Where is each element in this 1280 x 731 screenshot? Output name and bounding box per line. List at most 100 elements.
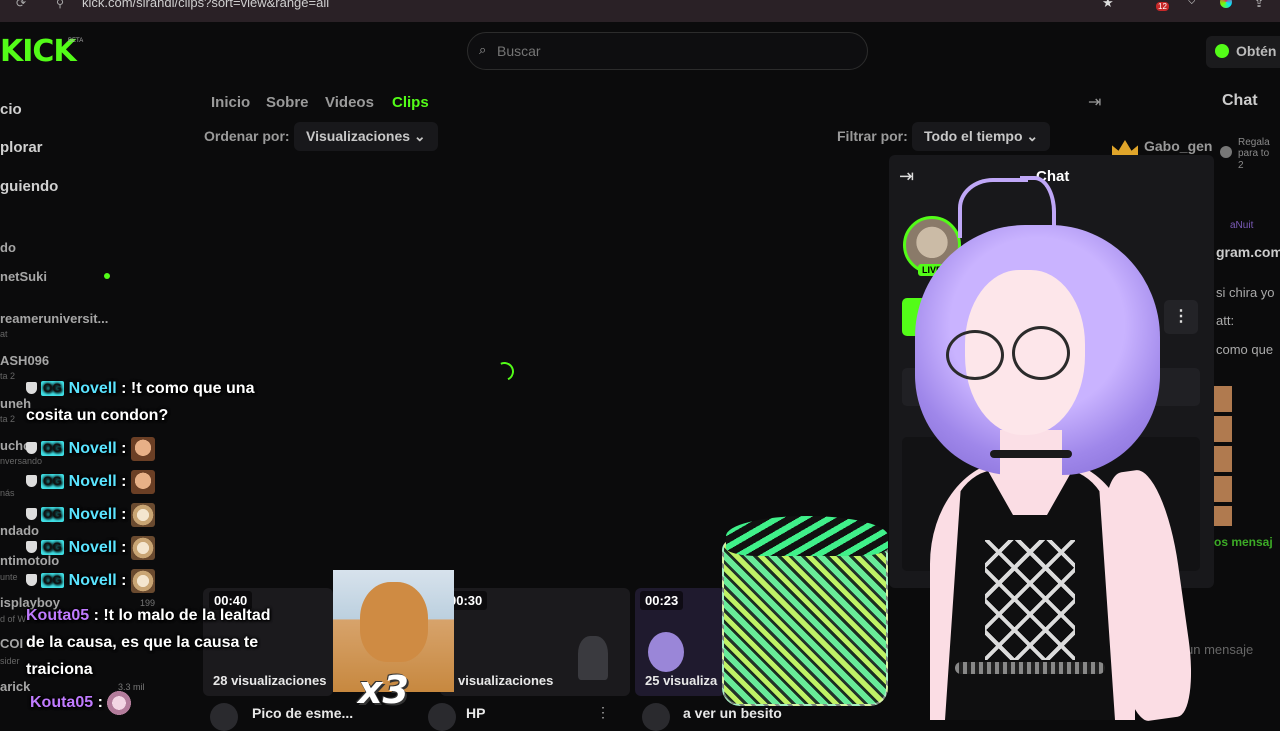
time-range-value: Todo el tiempo <box>924 128 1023 144</box>
overlay-chat-line: OG Novell : <box>26 468 155 495</box>
clip-title[interactable]: HP <box>466 705 485 721</box>
chat-text: : <box>97 694 103 711</box>
live-dot-icon <box>104 273 110 279</box>
sidebar-channel[interactable]: ASH096 <box>0 353 49 368</box>
collapse-chat-icon[interactable]: ⇥ <box>899 166 914 187</box>
overlay-chat-line: Kouta05 : <box>30 689 132 716</box>
chat-text: : <box>121 473 127 490</box>
share-icon[interactable]: ⇪ <box>1254 0 1264 10</box>
chat-username: Novell <box>68 473 117 490</box>
sidebar-channel-category: ta 2 <box>0 371 16 381</box>
kick-cup-widget <box>722 540 888 706</box>
og-badge-icon: OG <box>41 507 64 522</box>
chat-message: como que <box>1216 342 1274 357</box>
tab-inicio[interactable]: Inicio <box>211 94 250 111</box>
clip-preview-figure <box>648 632 684 672</box>
sort-label: Ordenar por: <box>204 128 290 144</box>
sidebar-item-following[interactable]: guiendo <box>0 178 58 195</box>
new-messages-label[interactable]: os mensaj <box>1214 535 1273 549</box>
avatar[interactable] <box>210 703 238 731</box>
bookmark-star-icon[interactable]: ★ <box>1102 0 1114 11</box>
overlay-chat-line: OG Novell : <box>26 501 155 528</box>
sidebar-channel-category: sider <box>0 656 20 666</box>
filter-label: Filtrar por: <box>837 128 908 144</box>
moderator-shield-icon <box>26 475 37 487</box>
vtuber-choker <box>990 450 1072 458</box>
sidebar-section-title: do <box>0 240 16 255</box>
tab-sobre[interactable]: Sobre <box>266 94 309 111</box>
chat-message: att: <box>1216 313 1235 328</box>
og-badge-icon: OG <box>41 573 64 588</box>
clip-views: visualizaciones <box>458 673 554 688</box>
sidebar-channel[interactable]: netSuki <box>0 269 47 284</box>
search-icon: ⌕ <box>479 42 487 57</box>
overlay-chat-line: OG Novell : <box>26 567 155 594</box>
glasses-lens-left <box>946 330 1004 380</box>
extension-badge[interactable]: 12 <box>1156 2 1169 11</box>
pug-emote-icon <box>130 568 155 593</box>
chat-emote-column <box>1214 386 1232 526</box>
chat-input[interactable]: un mensaje <box>1186 642 1253 657</box>
moderator-shield-icon <box>26 541 37 553</box>
clip-duration: 00:23 <box>640 591 684 610</box>
site-info-icon[interactable]: ⚲ <box>56 0 64 10</box>
gift-icon <box>1220 146 1232 158</box>
overlay-chat-line: OG Novell : !t como que una cosita un con… <box>26 375 286 429</box>
og-badge-icon: OG <box>41 474 64 489</box>
moderator-shield-icon <box>26 574 37 586</box>
pinned-user[interactable]: Gabo_gen <box>1144 138 1212 154</box>
face-emote-icon <box>130 436 155 461</box>
chat-username: Novell <box>68 506 117 523</box>
clip-views: 25 visualiza <box>645 673 718 688</box>
sidebar-channel-category: ta 2 <box>0 414 16 424</box>
avatar[interactable] <box>642 703 670 731</box>
flower-emote-icon <box>107 690 132 715</box>
chat-message: si chira yo <box>1216 285 1275 300</box>
collapse-chat-icon[interactable]: ⇥ <box>1088 92 1101 112</box>
face-emote-icon <box>130 469 155 494</box>
tab-videos[interactable]: Videos <box>325 94 374 111</box>
sidebar-channel-category: at <box>0 329 8 339</box>
address-bar[interactable]: kick.com/sirandi/clips?sort=view&range=a… <box>82 0 329 10</box>
chat-message[interactable]: gram.com/ <box>1216 244 1280 260</box>
chevron-down-icon: ⌄ <box>413 128 426 144</box>
kick-cup-top <box>726 516 888 556</box>
kick-coin-icon <box>1215 44 1229 58</box>
chat-text: : <box>121 440 127 457</box>
chat-text: : <box>121 539 127 556</box>
pug-emote-icon <box>130 502 155 527</box>
extension-shield-icon[interactable]: ⛉ <box>1188 0 1196 7</box>
glasses-lens-right <box>1012 326 1070 380</box>
chat-username: Kouta05 <box>30 694 94 711</box>
chat-title: Chat <box>1222 92 1258 109</box>
dog-face <box>360 582 428 662</box>
moderator-shield-icon <box>26 508 37 520</box>
search-input[interactable] <box>497 43 837 59</box>
kick-logo[interactable]: KICK <box>0 34 77 69</box>
og-badge-icon: OG <box>41 381 64 396</box>
sidebar-item-home[interactable]: cio <box>0 101 22 118</box>
sidebar-channel[interactable]: reameruniversit... <box>0 311 108 326</box>
more-options-icon[interactable]: ⋮ <box>1164 300 1198 334</box>
sidebar-item-explore[interactable]: plorar <box>0 139 43 156</box>
sidebar-channel[interactable]: nás <box>0 488 15 498</box>
sidebar-channel-category: unte <box>0 572 18 582</box>
time-range-dropdown[interactable]: Todo el tiempo ⌄ <box>912 122 1051 151</box>
sidebar-channel-category: d of W <box>0 614 27 624</box>
reload-icon[interactable]: ⟳ <box>16 0 26 10</box>
sort-value: Visualizaciones <box>306 128 411 144</box>
vtuber-belt <box>955 662 1105 674</box>
chat-text: : <box>121 572 127 589</box>
more-options-icon[interactable]: ⋮ <box>596 704 610 721</box>
clip-title[interactable]: Pico de esme... <box>252 705 353 721</box>
vtuber-dress-lacing <box>985 540 1075 660</box>
pug-emote-icon <box>130 535 155 560</box>
clip-title[interactable]: a ver un besito <box>683 705 782 721</box>
og-badge-icon: OG <box>41 441 64 456</box>
moderator-shield-icon <box>26 382 37 394</box>
sidebar-channel[interactable]: COI <box>0 636 23 651</box>
avatar[interactable] <box>428 703 456 731</box>
gift-label[interactable]: Regala para to <box>1238 137 1280 159</box>
tab-clips[interactable]: Clips <box>392 94 429 111</box>
sort-dropdown[interactable]: Visualizaciones ⌄ <box>294 122 438 151</box>
